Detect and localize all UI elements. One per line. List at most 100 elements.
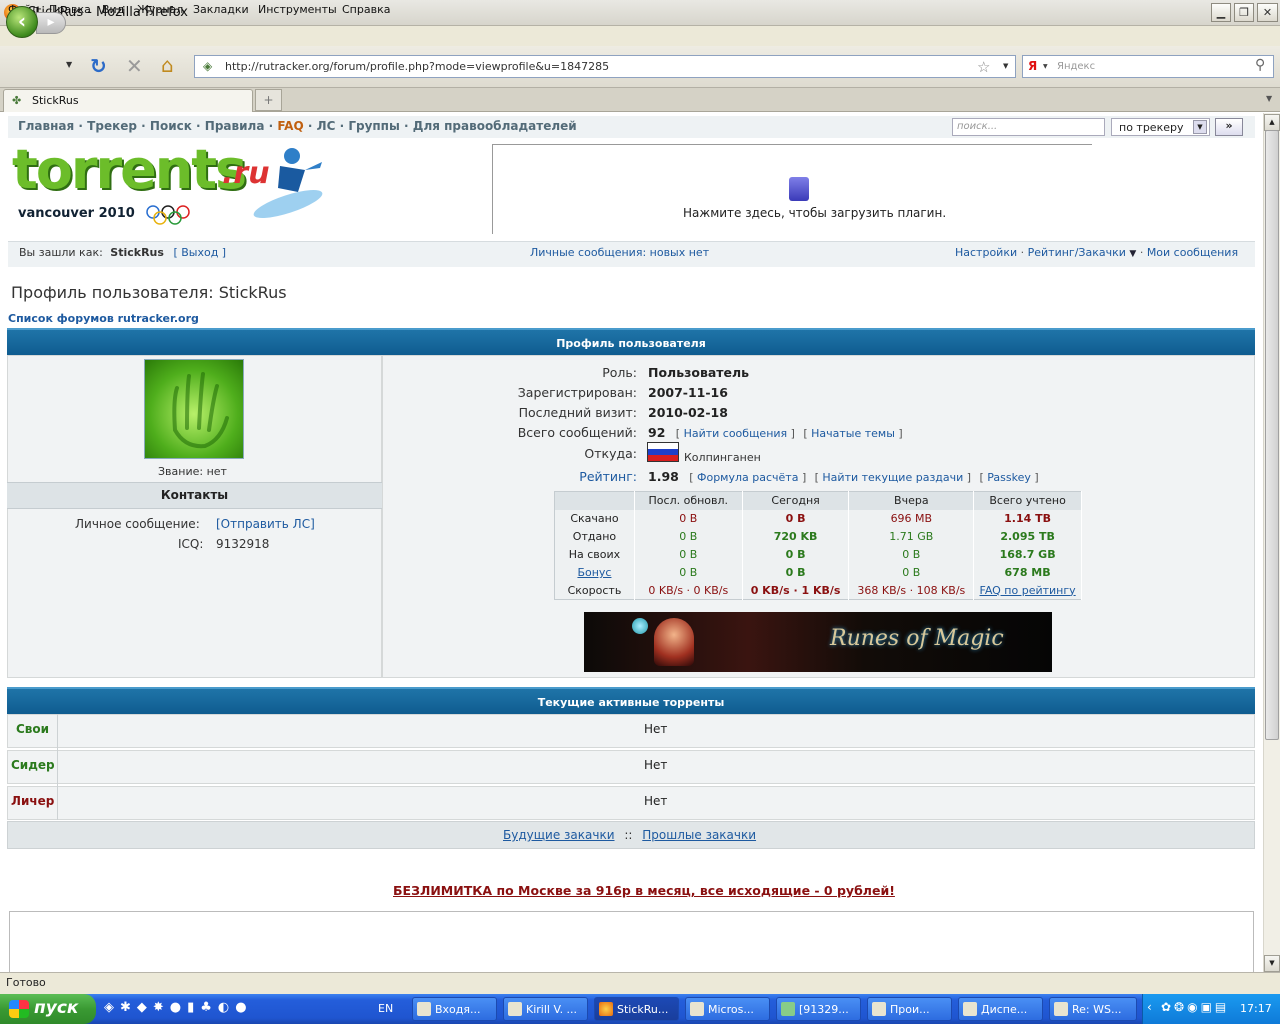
table-cell: 678 MB [973,563,1082,582]
status-bar [0,972,1280,994]
rating-formula-link[interactable]: Формула расчёта [697,471,798,484]
language-indicator[interactable]: EN [378,1002,393,1015]
task-manager[interactable]: Диспе... [958,997,1043,1021]
task-kirill[interactable]: Kirill V. ... [503,997,588,1021]
site-search-button[interactable]: » [1215,118,1243,136]
started-topics-link[interactable]: Начатые темы [811,427,895,440]
nav-pm[interactable]: ЛС [317,119,336,133]
tray-expand-icon[interactable]: ‹ [1147,1000,1152,1014]
site-icon: ◈ [203,59,213,73]
tab-list-icon[interactable]: ▼ [1266,94,1272,103]
url-bar[interactable]: ◈ http://rutracker.org/forum/profile.php… [194,55,1016,78]
faq-rating-link[interactable]: FAQ по рейтингу [980,584,1076,597]
quick-launch-icons[interactable]: ◈✱◆✸●▮♣◐● [104,1000,374,1018]
my-posts-link[interactable]: Мои сообщения [1147,246,1238,259]
plugin-placeholder[interactable]: Нажмите здесь, чтобы загрузить плагин. [492,144,1092,234]
task-reply[interactable]: Re: WS... [1049,997,1137,1021]
tray-icons[interactable]: ✿❂◉▣▤ [1161,1000,1229,1014]
site-logo[interactable]: torrents .ru vancouver 2010 [10,138,328,228]
column-divider [57,714,58,820]
history-dropdown-icon[interactable]: ▼ [66,60,72,69]
new-tab-button[interactable]: + [255,89,282,111]
minimize-button[interactable]: ▁ [1211,3,1231,22]
find-releases-link[interactable]: Найти текущие раздачи [822,471,963,484]
engine-dropdown-icon[interactable]: ▼ [1043,63,1048,70]
search-box[interactable]: Я ▼ Яндекс ⚲ [1022,55,1274,78]
search-scope-select[interactable]: по трекеру ▼ [1111,118,1210,136]
pm-status-link[interactable]: Личные сообщения: новых нет [530,246,709,259]
icq-value: 9132918 [216,537,270,551]
site-search-input[interactable]: поиск... [952,118,1105,136]
table-cell: 0 B [742,545,850,564]
nav-sep: · [268,119,274,133]
ad-frame [9,911,1254,972]
scrollbar-thumb[interactable] [1265,130,1279,740]
nav-rightholders[interactable]: Для правообладателей [413,119,577,133]
from-label: Откуда: [584,446,637,461]
stats-row-label: Скачано [554,509,635,528]
past-downloads-link[interactable]: Прошлые закачки [642,828,756,842]
table-cell: 696 MB [848,509,975,528]
passkey-link[interactable]: Passkey [987,471,1031,484]
menu-view[interactable]: Вид [102,3,124,16]
bonus-link[interactable]: Бонус [577,566,611,579]
send-pm-link[interactable]: [Отправить ЛС] [216,517,315,531]
nav-groups[interactable]: Группы [348,119,400,133]
task-label: Micros... [708,1003,754,1016]
settings-link[interactable]: Настройки [955,246,1017,259]
menu-bar [0,26,1280,46]
table-row: На своих 0 B 0 B 0 B 168.7 GB [554,545,1082,564]
future-downloads-link[interactable]: Будущие закачки [503,828,615,842]
scroll-down-button[interactable]: ▼ [1264,955,1280,972]
nav-sep: · [196,119,201,133]
scroll-up-button[interactable]: ▲ [1264,114,1280,131]
task-inbox[interactable]: Входя... [412,997,497,1021]
current-username[interactable]: StickRus [110,246,164,259]
hand-print-icon [172,372,229,449]
nav-rules[interactable]: Правила [205,119,265,133]
task-icq[interactable]: [91329... [776,997,861,1021]
close-button[interactable]: ✕ [1257,3,1278,22]
stats-row-label: Отдано [554,527,635,546]
back-button[interactable]: ‹ [6,6,38,38]
dropdown-icon[interactable]: ▼ [1129,249,1136,259]
menu-history[interactable]: Журнал [137,3,183,16]
from-value: Колпинганен [684,451,761,464]
table-cell: 0 KB/s · 0 KB/s [634,581,743,600]
icq-label: ICQ: [178,537,204,551]
task-player[interactable]: Прои... [867,997,952,1021]
url-dropdown-icon[interactable]: ▼ [1003,62,1008,70]
tab-stickrus[interactable]: ✤ StickRus [3,89,253,112]
menu-tools[interactable]: Инструменты [258,3,337,16]
bookmark-star-icon[interactable]: ☆ [977,58,990,76]
nav-faq[interactable]: FAQ [277,119,303,133]
task-microsoft[interactable]: Micros... [685,997,770,1021]
menu-bookmarks[interactable]: Закладки [193,3,249,16]
ad-link[interactable]: БЕЗЛИМИТКА по Москве за 916р в месяц, вс… [393,883,895,898]
menu-help[interactable]: Справка [342,3,390,16]
breadcrumb[interactable]: Список форумов rutracker.org [8,312,199,325]
task-stickrus[interactable]: StickRu... [594,997,679,1021]
nav-search[interactable]: Поиск [150,119,192,133]
task-icon [508,1002,522,1016]
nav-home[interactable]: Главная [18,119,74,133]
nav-tracker[interactable]: Трекер [87,119,137,133]
rank-value: нет [206,465,227,478]
profile-header: Профиль пользователя [7,328,1255,355]
maximize-button[interactable]: ❐ [1234,3,1254,22]
search-icon[interactable]: ⚲ [1255,57,1265,73]
start-label: пуск [34,998,79,1018]
rating-label[interactable]: Рейтинг: [430,469,637,484]
home-icon[interactable]: ⌂ [161,55,174,75]
reload-icon[interactable]: ↻ [90,56,107,76]
forward-button[interactable]: ▸ [36,12,66,34]
logo-text: torrents [12,138,247,201]
logout-link[interactable]: Выход [181,246,218,259]
task-label: [91329... [799,1003,849,1016]
ad-banner[interactable]: Runes of Magic [584,612,1052,672]
find-posts-link[interactable]: Найти сообщения [684,427,788,440]
stop-icon[interactable]: ✕ [126,56,143,76]
rating-downloads-link[interactable]: Рейтинг/Закачки [1028,246,1126,259]
own-value: Нет [644,722,668,736]
nav-sep: · [141,119,146,133]
